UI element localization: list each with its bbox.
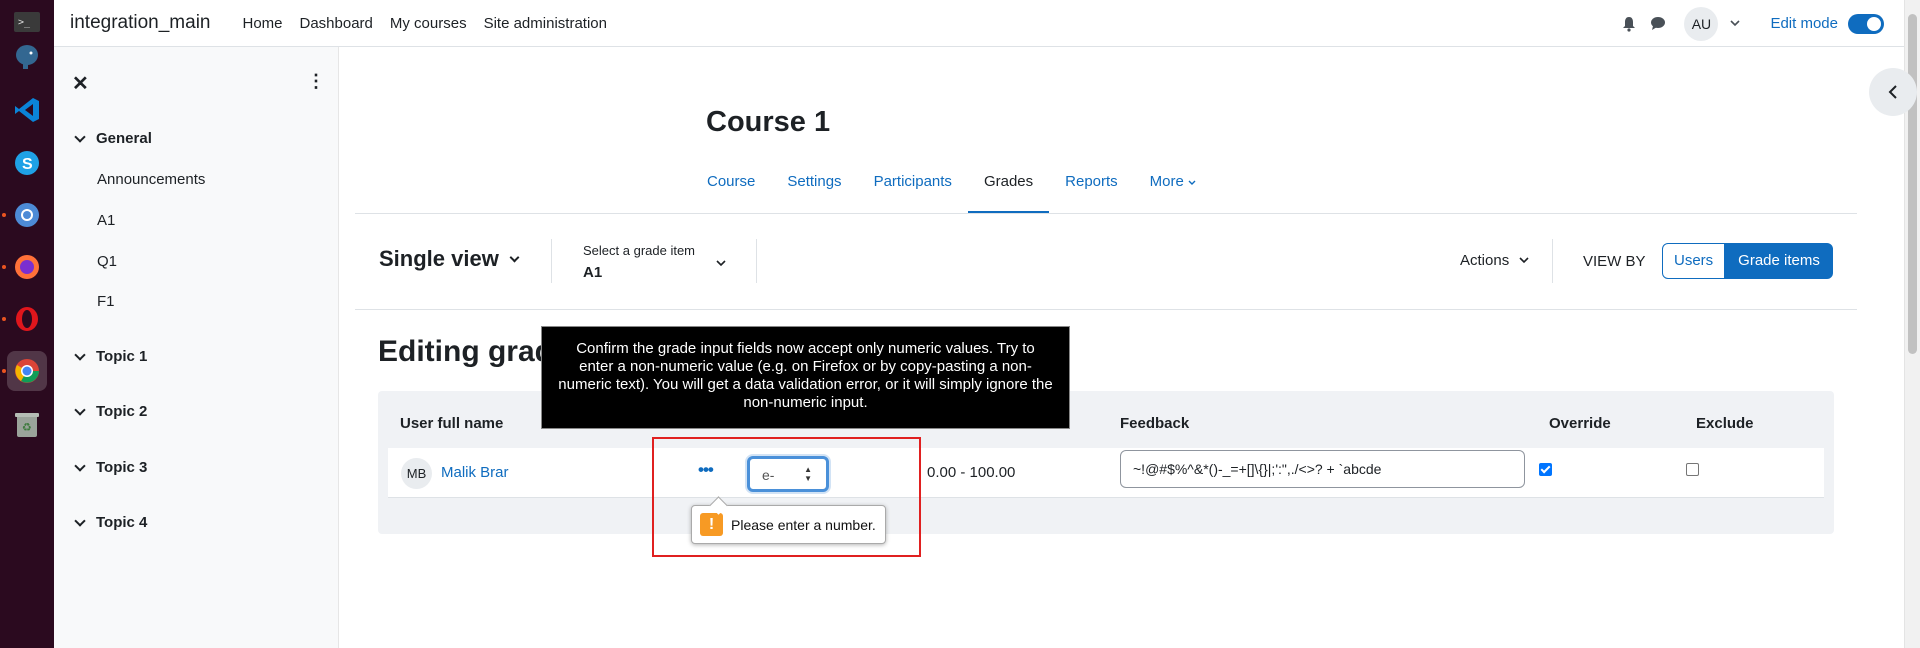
nav-site-administration[interactable]: Site administration — [484, 15, 607, 32]
divider — [355, 213, 1857, 214]
divider — [551, 239, 552, 283]
tab-more[interactable]: More — [1150, 160, 1196, 214]
view-by-grade-items-button[interactable]: Grade items — [1725, 243, 1833, 279]
feedback-field[interactable]: ~!@#$%^&*()-_=+[]\{}|;':",./<>? + `abcde — [1120, 450, 1525, 488]
chevron-left-icon — [1888, 85, 1897, 99]
site-name[interactable]: integration_main — [70, 12, 210, 34]
override-checkbox[interactable] — [1539, 463, 1552, 476]
chromium-icon[interactable] — [7, 195, 47, 235]
svg-text:>_: >_ — [18, 17, 31, 28]
highlight-box — [652, 437, 921, 557]
activity-a1[interactable]: A1 — [97, 212, 115, 229]
postgres-elephant-icon[interactable] — [7, 37, 47, 77]
terminal-icon[interactable]: >_ — [7, 2, 47, 42]
scrollbar-thumb[interactable] — [1908, 14, 1917, 354]
messages-chat-icon[interactable] — [1650, 16, 1666, 31]
chevron-down-icon[interactable] — [716, 254, 726, 271]
tab-settings[interactable]: Settings — [787, 160, 841, 214]
grade-range: 0.00 - 100.00 — [927, 464, 1016, 481]
nav-my-courses[interactable]: My courses — [390, 15, 467, 32]
divider — [1552, 239, 1553, 283]
grade-item-selector-label[interactable]: Select a grade item — [583, 243, 695, 258]
divider — [355, 309, 1857, 310]
section-title: Topic 1 — [96, 348, 148, 365]
chevron-down-icon — [1519, 257, 1529, 264]
edit-mode-toggle[interactable] — [1848, 13, 1884, 34]
svg-text:S: S — [22, 156, 33, 173]
chevron-down-icon[interactable] — [74, 130, 86, 143]
chevron-down-icon[interactable] — [74, 348, 86, 361]
chevron-down-icon[interactable] — [74, 403, 86, 416]
tab-grades[interactable]: Grades — [967, 160, 1050, 214]
view-by-users-button[interactable]: Users — [1662, 243, 1726, 279]
section-title: Topic 3 — [96, 459, 148, 476]
kebab-menu-icon[interactable]: ⋮ — [307, 71, 325, 92]
section-title: General — [96, 130, 152, 147]
avatar[interactable]: MB — [401, 458, 432, 489]
notification-bell-icon[interactable] — [1622, 16, 1636, 32]
user-name-link[interactable]: Malik Brar — [441, 464, 509, 481]
opera-icon[interactable] — [7, 299, 47, 339]
skype-icon[interactable]: S — [7, 143, 47, 183]
section-topic-2[interactable]: Topic 2 — [74, 403, 148, 420]
chevron-down-icon — [1188, 180, 1196, 185]
single-view-label: Single view — [379, 246, 499, 271]
view-by-toggle: Users Grade items — [1662, 243, 1833, 279]
firefox-icon[interactable] — [7, 247, 47, 287]
user-menu-chevron-down-icon[interactable] — [1730, 20, 1741, 27]
view-by-label: VIEW BY — [1583, 253, 1646, 270]
open-block-drawer-button[interactable] — [1869, 68, 1917, 116]
column-header-feedback: Feedback — [1120, 415, 1190, 432]
tab-participants[interactable]: Participants — [874, 160, 952, 214]
column-header-user-full-name[interactable]: User full name — [400, 415, 503, 432]
application-dock: >_ S ♻ — [0, 0, 54, 648]
chrome-icon[interactable] — [7, 351, 47, 391]
activity-f1[interactable]: F1 — [97, 293, 115, 310]
section-topic-1[interactable]: Topic 1 — [74, 348, 148, 365]
edit-mode-label: Edit mode — [1770, 15, 1838, 32]
course-index-drawer: ✕ ⋮ General Announcements A1 Q1 F1 Topic… — [54, 47, 339, 648]
page-title: Course 1 — [706, 106, 831, 138]
actions-label: Actions — [1460, 252, 1510, 269]
single-view-dropdown[interactable]: Single view — [379, 246, 520, 272]
instruction-annotation: Confirm the grade input fields now accep… — [541, 326, 1070, 429]
close-drawer-icon[interactable]: ✕ — [72, 71, 89, 96]
chevron-down-icon — [509, 252, 520, 262]
section-title: Topic 2 — [96, 403, 148, 420]
grade-item-selector-value[interactable]: A1 — [583, 264, 602, 281]
trash-icon[interactable]: ♻ — [7, 405, 47, 445]
vscode-icon[interactable] — [7, 90, 47, 130]
editing-grade-heading: Editing grad — [378, 335, 553, 368]
user-avatar[interactable]: AU — [1684, 6, 1719, 41]
nav-home[interactable]: Home — [242, 15, 282, 32]
chevron-down-icon[interactable] — [74, 459, 86, 472]
tab-more-label: More — [1149, 173, 1184, 190]
section-topic-3[interactable]: Topic 3 — [74, 459, 148, 476]
table-row: MB Malik Brar ••• e- ▲ ▼ 0.00 - 100.00 ~!… — [388, 448, 1824, 498]
svg-text:♻: ♻ — [22, 421, 32, 434]
section-title: Topic 4 — [96, 514, 148, 531]
course-tabs: Course Settings Participants Grades Repo… — [707, 160, 1228, 214]
exclude-checkbox[interactable] — [1686, 463, 1699, 476]
tab-course[interactable]: Course — [707, 160, 755, 214]
activity-announcements[interactable]: Announcements — [97, 171, 205, 188]
chevron-down-icon[interactable] — [74, 514, 86, 527]
actions-dropdown[interactable]: Actions — [1460, 252, 1529, 269]
section-general[interactable]: General — [74, 130, 152, 147]
column-header-exclude: Exclude — [1696, 415, 1754, 432]
section-topic-4[interactable]: Topic 4 — [74, 514, 148, 531]
activity-q1[interactable]: Q1 — [97, 253, 117, 270]
nav-dashboard[interactable]: Dashboard — [300, 15, 373, 32]
tab-reports[interactable]: Reports — [1065, 160, 1118, 214]
column-header-override: Override — [1549, 415, 1611, 432]
divider — [756, 239, 757, 283]
top-navbar: integration_main Home Dashboard My cours… — [54, 0, 1904, 47]
